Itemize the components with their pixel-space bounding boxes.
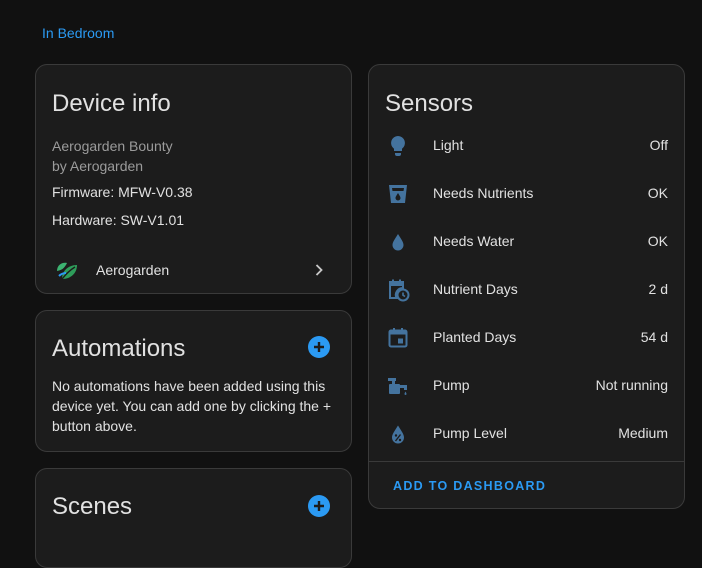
add-automation-button[interactable] [308, 336, 330, 358]
automations-card: Automations No automations have been add… [35, 310, 352, 452]
add-scene-button[interactable] [308, 495, 330, 517]
sensor-state: OK [647, 233, 668, 249]
sensor-name: Nutrient Days [433, 281, 518, 297]
plus-icon [314, 342, 324, 352]
add-to-dashboard-button[interactable]: ADD TO DASHBOARD [393, 479, 546, 493]
chevron-right-icon [315, 264, 323, 276]
sensor-row-light[interactable]: Light Off [369, 122, 684, 170]
lightbulb-icon [391, 136, 405, 156]
sensor-state: OK [647, 185, 668, 201]
device-manufacturer: by Aerogarden [52, 158, 144, 174]
sensors-title: Sensors [385, 90, 474, 117]
sensor-row-pump-level[interactable]: Pump Level Medium [369, 410, 684, 458]
firmware-version: Firmware: MFW-V0.38 [52, 184, 193, 200]
water-pump-icon [388, 378, 407, 395]
calendar-clock-icon [389, 279, 410, 302]
integration-link[interactable]: Aerogarden [36, 251, 351, 291]
hardware-version: Hardware: SW-V1.01 [52, 212, 185, 228]
plus-icon [314, 501, 324, 511]
device-info-card: Device info Aerogarden Bounty by Aerogar… [35, 64, 352, 294]
sensor-state: Not running [595, 377, 668, 393]
automations-title: Automations [52, 335, 186, 362]
sensor-name: Needs Nutrients [433, 185, 534, 201]
sensor-state: Off [649, 137, 668, 153]
device-model-block: Aerogarden Bounty by Aerogarden [52, 136, 173, 176]
scenes-title: Scenes [52, 493, 133, 520]
scenes-card: Scenes [35, 468, 352, 568]
automations-empty-text: No automations have been added using thi… [52, 378, 332, 434]
sensor-row-pump[interactable]: Pump Not running [369, 362, 684, 410]
sensor-name: Planted Days [433, 329, 517, 345]
cup-water-icon [389, 185, 407, 203]
sensor-name: Pump [433, 377, 470, 393]
water-drop-icon [392, 234, 404, 251]
sensor-row-needs-nutrients[interactable]: Needs Nutrients OK [369, 170, 684, 218]
device-info-title: Device info [52, 90, 171, 117]
calendar-icon [388, 328, 408, 348]
sensor-row-needs-water[interactable]: Needs Water OK [369, 218, 684, 266]
sensor-name: Needs Water [433, 233, 515, 249]
device-model: Aerogarden Bounty [52, 138, 173, 154]
sensor-state: 2 d [648, 281, 668, 297]
integration-label: Aerogarden [96, 262, 170, 278]
sensor-row-planted-days[interactable]: Planted Days 54 d [369, 314, 684, 362]
water-percent-icon [392, 425, 404, 444]
sensors-card: Sensors Light Off Needs Nutrients OK Nee… [368, 64, 685, 509]
sensor-name: Light [433, 137, 464, 153]
sensor-name: Pump Level [433, 425, 507, 441]
area-link[interactable]: In Bedroom [42, 25, 114, 41]
aerogarden-leaf-icon [57, 262, 77, 280]
sensor-state: 54 d [640, 329, 668, 345]
sensor-row-nutrient-days[interactable]: Nutrient Days 2 d [369, 266, 684, 314]
sensor-state: Medium [618, 425, 668, 441]
card-divider [369, 461, 684, 462]
